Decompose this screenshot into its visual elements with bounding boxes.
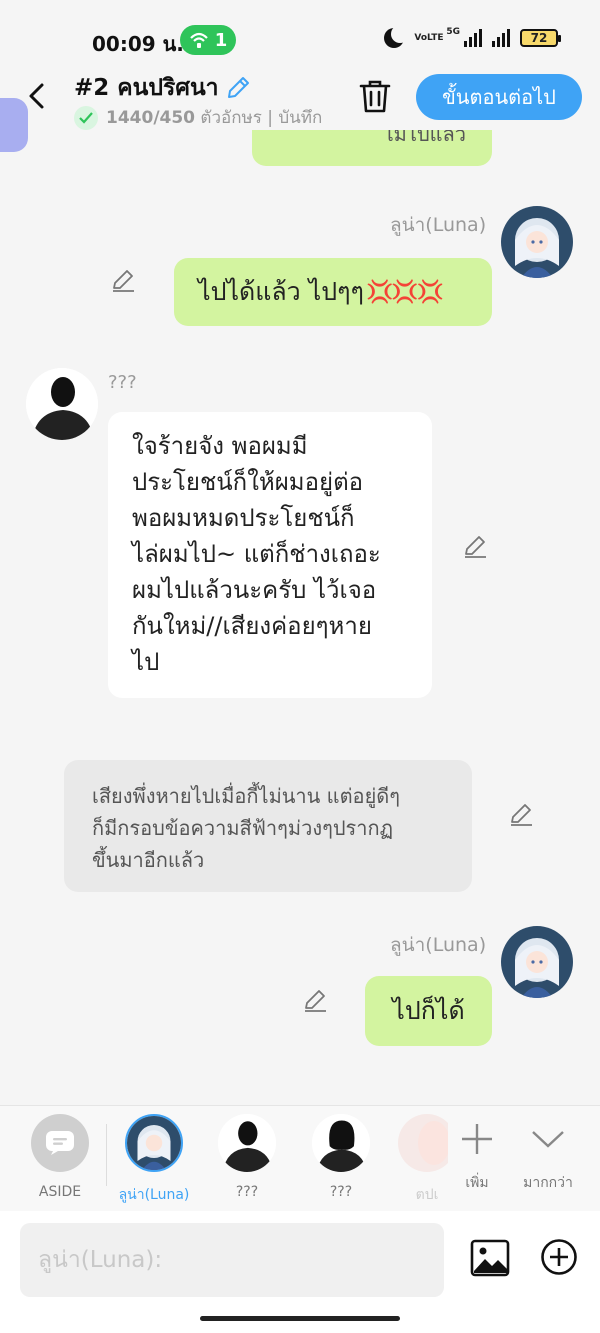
edit-message-icon[interactable] xyxy=(110,266,138,294)
more-button[interactable]: มากกว่า xyxy=(508,1114,588,1194)
status-bar: 00:09 น. 1 VoLTE 5G 72 xyxy=(0,0,600,70)
avatar-luna[interactable] xyxy=(501,926,573,998)
chat-header: #2 คนปริศนา 1440/450 ตัวอักษร | บันทึก ข… xyxy=(0,70,600,130)
edit-message-icon[interactable] xyxy=(302,986,330,1014)
do-not-disturb-icon xyxy=(384,25,410,48)
page-title: #2 คนปริศนา xyxy=(74,75,219,101)
partial-label: ตปเ xyxy=(415,1187,439,1203)
message-bubble[interactable]: ใจร้ายจัง พอผมมี ประโยชน์ก็ให้ผมอยู่ต่อ … xyxy=(108,412,432,698)
silhouette-male-icon xyxy=(218,1114,276,1172)
message-bubble[interactable]: ไปได้แล้ว ไปๆๆ 💢💢💢 xyxy=(174,258,492,326)
volte-icon: VoLTE xyxy=(414,32,444,43)
char-counter: 1440/450 ตัวอักษร | บันทึก xyxy=(106,104,322,131)
aside-icon xyxy=(31,1114,89,1172)
hotspot-count: 1 xyxy=(214,29,228,51)
message-line: ไป xyxy=(132,648,160,676)
battery-level: 72 xyxy=(530,31,548,45)
character-unknown-2[interactable]: ??? xyxy=(301,1114,381,1200)
message-bubble-partial[interactable]: ไม่ไปแล้ว xyxy=(252,130,492,166)
unknown-label: ??? xyxy=(329,1184,353,1200)
check-icon xyxy=(74,105,98,130)
edit-message-icon[interactable] xyxy=(462,532,490,560)
message-line: ไล่ผมไป~ แต่ก็ช่างเถอะ xyxy=(132,540,381,568)
message-input[interactable] xyxy=(20,1223,444,1297)
signal-icon xyxy=(464,29,482,47)
trash-icon[interactable] xyxy=(358,78,392,114)
aside-bubble[interactable]: เสียงพึ่งหายไปเมื่อกี้ไม่นาน แต่อยู่ดีๆ … xyxy=(64,760,472,892)
aside-line: ก็มีกรอบข้อความสีฟ้าๆม่วงๆปรากฏ xyxy=(92,816,394,840)
more-label: มากกว่า xyxy=(523,1175,573,1191)
character-aside[interactable]: ASIDE xyxy=(20,1114,100,1200)
avatar-luna-selected xyxy=(125,1114,183,1172)
battery-icon: 72 xyxy=(520,29,561,47)
unknown-label: ??? xyxy=(235,1184,259,1200)
message-bubble[interactable]: ไปก็ได้ xyxy=(365,976,492,1046)
add-label: เพิ่ม xyxy=(465,1175,489,1191)
hotspot-badge[interactable]: 1 xyxy=(180,25,236,55)
aside-line: ขึ้นมาอีกแล้ว xyxy=(92,848,205,872)
input-bar xyxy=(0,1211,600,1333)
char-count: 1440/450 xyxy=(106,108,196,128)
character-bar: ASIDE ลูน่า(Luna) ??? ??? ตปเ เพิ่ม มากก… xyxy=(0,1105,600,1211)
anger-emoji: 💢💢💢 xyxy=(365,279,444,305)
aside-label: ASIDE xyxy=(38,1184,82,1200)
image-icon[interactable] xyxy=(470,1238,510,1278)
edit-title-icon[interactable] xyxy=(225,75,251,101)
message-line: ผมไปแล้วนะครับ ไว้เจอ xyxy=(132,576,377,604)
home-indicator[interactable] xyxy=(200,1316,400,1321)
aside-line: เสียงพึ่งหายไปเมื่อกี้ไม่นาน แต่อยู่ดีๆ xyxy=(92,784,401,808)
message-line: ใจร้ายจัง พอผมมี xyxy=(132,432,308,460)
silhouette-female-icon xyxy=(312,1114,370,1172)
message-text: ไปได้แล้ว ไปๆๆ xyxy=(198,277,364,306)
chat-area[interactable]: ไม่ไปแล้ว ลูน่า(Luna) ไปได้แล้ว ไปๆๆ 💢💢💢… xyxy=(0,130,600,1105)
divider xyxy=(106,1124,107,1186)
char-count-suffix: ตัวอักษร | บันทึก xyxy=(200,108,323,128)
sender-name: ??? xyxy=(108,372,137,393)
character-unknown-1[interactable]: ??? xyxy=(207,1114,287,1200)
character-luna[interactable]: ลูน่า(Luna) xyxy=(114,1114,194,1206)
avatar-unknown[interactable] xyxy=(26,368,98,440)
message-line: กันใหม่//เสียงค่อยๆหาย xyxy=(132,612,372,640)
add-circle-icon[interactable] xyxy=(540,1238,578,1276)
status-time: 00:09 น. xyxy=(92,32,184,56)
sender-name: ลูน่า(Luna) xyxy=(390,214,487,236)
chevron-down-icon xyxy=(532,1131,564,1148)
plus-icon xyxy=(462,1124,492,1154)
message-line: ประโยชน์ก็ให้ผมอยู่ต่อ xyxy=(132,468,364,496)
edit-aside-icon[interactable] xyxy=(508,800,536,828)
wifi-hotspot-icon xyxy=(189,32,208,48)
message-text: ไปก็ได้ xyxy=(392,996,465,1025)
add-character-button[interactable]: เพิ่ม xyxy=(437,1114,517,1194)
next-step-button[interactable]: ขั้นตอนต่อไป xyxy=(416,74,582,120)
avatar-luna[interactable] xyxy=(501,206,573,278)
status-icons: VoLTE 5G 72 xyxy=(384,25,561,48)
network-type-label: 5G xyxy=(446,27,460,37)
message-line: พอผมหมดประโยชน์ก็ xyxy=(132,504,355,532)
signal-icon-2 xyxy=(492,29,510,47)
luna-label: ลูน่า(Luna) xyxy=(118,1187,190,1203)
title-row: #2 คนปริศนา xyxy=(74,70,251,106)
sender-name: ลูน่า(Luna) xyxy=(390,934,487,956)
subtitle-row: 1440/450 ตัวอักษร | บันทึก xyxy=(74,104,334,131)
partial-message-text: ไม่ไปแล้ว xyxy=(383,130,466,146)
back-arrow-icon[interactable] xyxy=(24,82,52,110)
